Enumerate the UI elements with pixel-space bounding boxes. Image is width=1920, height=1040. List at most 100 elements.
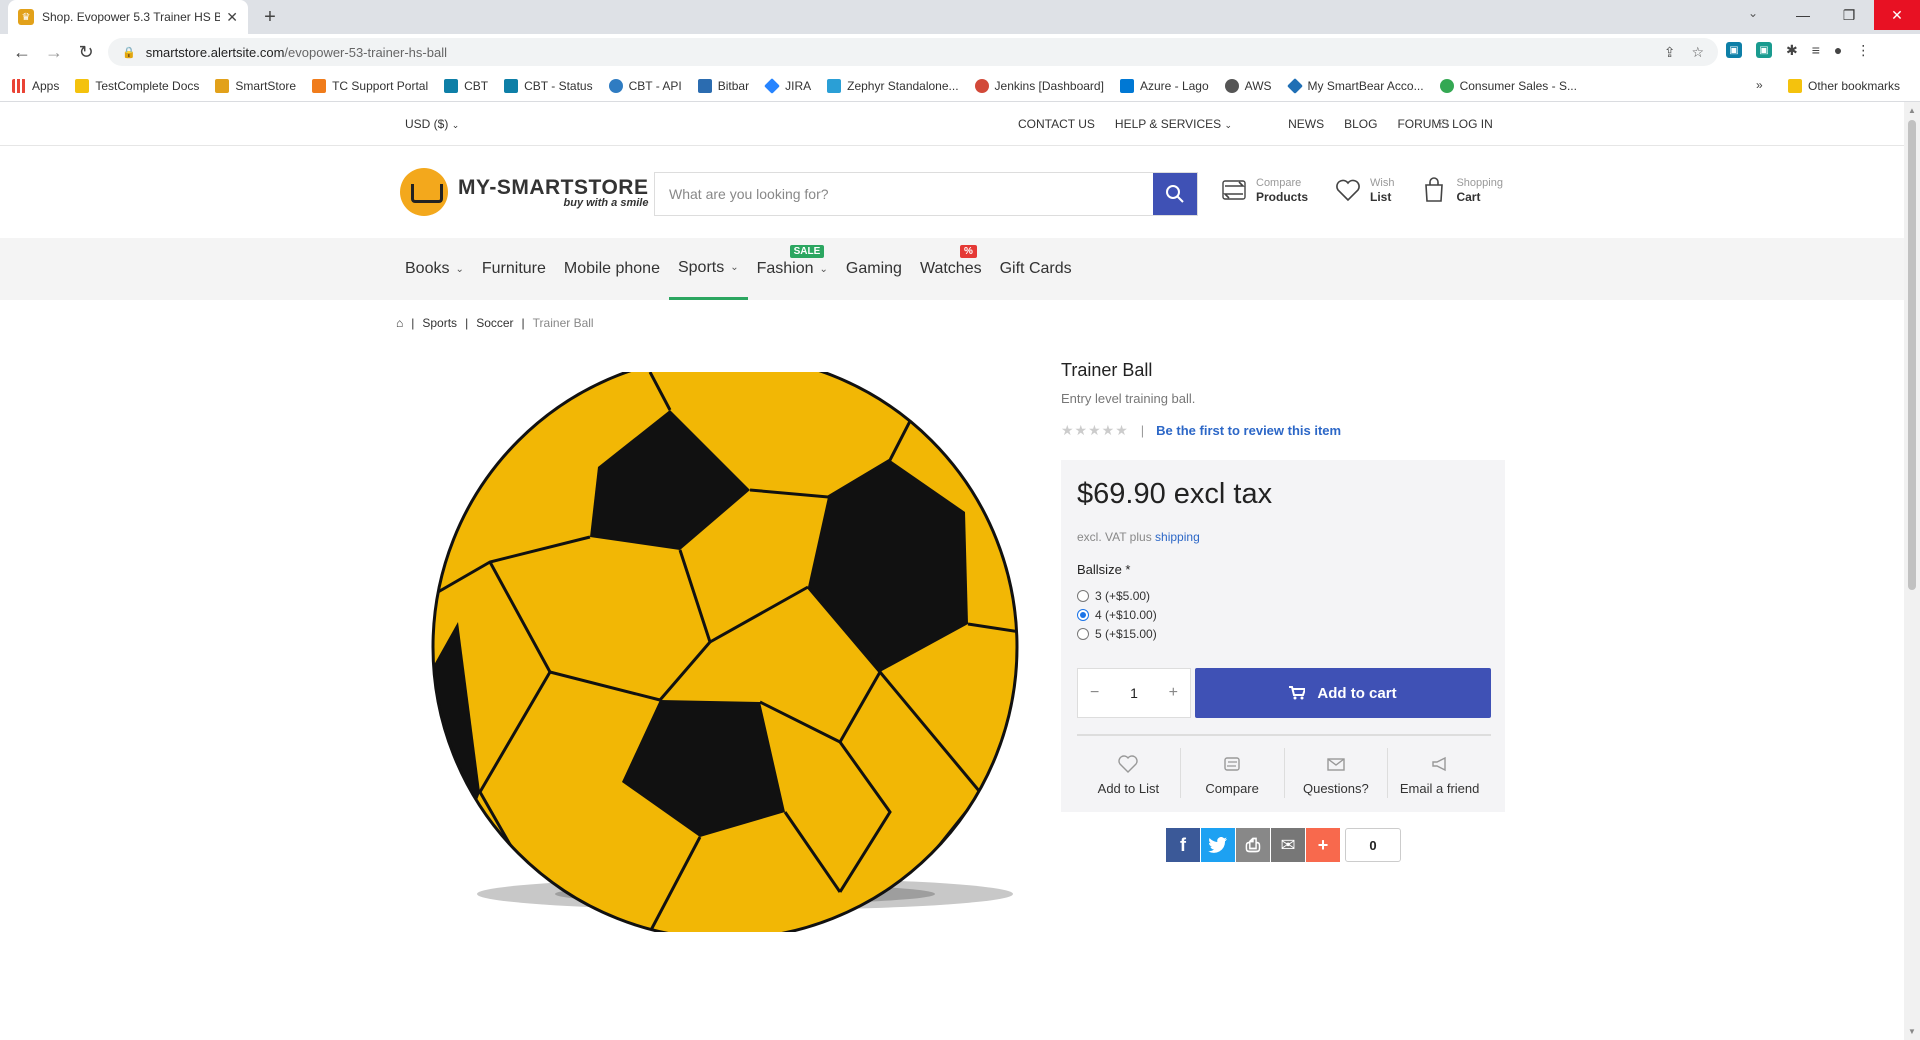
questions-button[interactable]: Questions?	[1285, 748, 1389, 798]
bookmark-jira[interactable]: JIRA	[764, 77, 811, 94]
tab-search-chevron-icon[interactable]: ⌄	[1748, 6, 1758, 20]
add-to-list-button[interactable]: Add to List	[1077, 748, 1181, 798]
omnibox[interactable]: 🔒 smartstore.alertsite.com/evopower-53-t…	[108, 38, 1718, 66]
reading-list-icon[interactable]: ≡	[1812, 42, 1820, 59]
scrollbar-thumb[interactable]	[1908, 120, 1916, 590]
email-friend-button[interactable]: Email a friend	[1388, 748, 1491, 798]
quantity-value[interactable]: 1	[1130, 685, 1138, 701]
profile-avatar-icon[interactable]: ●	[1834, 42, 1842, 59]
twitter-share-icon[interactable]	[1201, 828, 1235, 862]
share-page-icon[interactable]: ⇪	[1664, 44, 1676, 61]
smartstore-icon	[215, 78, 230, 93]
forward-icon[interactable]: →	[44, 42, 64, 62]
product-title: Trainer Ball	[1061, 360, 1153, 380]
apps-grid-icon	[12, 78, 26, 93]
help-services-menu[interactable]: HELP & SERVICES ⌄	[1115, 117, 1232, 131]
restore-button[interactable]: ❐	[1826, 0, 1872, 30]
page-scrollbar[interactable]: ▲ ▼	[1904, 102, 1920, 1040]
store-logo[interactable]: MY-SMARTSTORE buy with a smile	[400, 168, 648, 216]
menu-item-fashion[interactable]: SALE Fashion ⌄	[748, 238, 837, 300]
bookmark-consumer-sales[interactable]: Consumer Sales - S...	[1439, 78, 1577, 93]
menu-item-sports[interactable]: Sports ⌄	[668, 238, 748, 300]
search-button[interactable]	[1153, 173, 1197, 215]
print-icon[interactable]: ⎙	[1236, 828, 1270, 862]
azure-icon	[1119, 78, 1134, 93]
menu-item-books[interactable]: Books ⌄	[396, 238, 473, 300]
compare-icon	[1224, 757, 1240, 771]
extension-icon[interactable]: ▣	[1756, 42, 1772, 58]
lock-icon[interactable]: 🔒	[122, 46, 136, 59]
add-to-cart-button[interactable]: Add to cart	[1195, 668, 1491, 718]
increase-quantity-button[interactable]: +	[1169, 684, 1178, 702]
add-more-share-icon[interactable]: +	[1306, 828, 1340, 862]
cbt-extension-icon[interactable]: ▣	[1726, 42, 1742, 58]
back-icon[interactable]: ←	[12, 42, 32, 62]
other-bookmarks[interactable]: Other bookmarks	[1788, 70, 1900, 102]
currency-selector[interactable]: USD ($) ⌄	[405, 117, 459, 131]
menu-item-mobile-phone[interactable]: Mobile phone	[555, 238, 669, 300]
site-header: MY-SMARTSTORE buy with a smile ComparePr…	[0, 146, 1904, 238]
bookmark-cbt[interactable]: CBT	[444, 78, 488, 93]
bookmark-zephyr[interactable]: Zephyr Standalone...	[827, 78, 959, 93]
first-review-link[interactable]: Be the first to review this item	[1156, 423, 1341, 438]
news-link[interactable]: NEWS	[1288, 117, 1324, 131]
scroll-up-arrow-icon[interactable]: ▲	[1908, 106, 1916, 115]
soccer-ball-image	[431, 353, 1019, 941]
breadcrumb-soccer[interactable]: Soccer	[476, 316, 513, 330]
new-tab-button[interactable]: +	[258, 6, 282, 29]
shipping-link[interactable]: shipping	[1155, 530, 1200, 544]
bookmark-aws[interactable]: AWS	[1224, 78, 1272, 93]
wish-list-button[interactable]: Wish List	[1334, 176, 1394, 204]
bookmark-testcomplete-docs[interactable]: TestComplete Docs	[75, 78, 199, 93]
shopping-cart-button[interactable]: Shopping Cart	[1420, 176, 1503, 204]
facebook-share-icon[interactable]: f	[1166, 828, 1200, 862]
bookmark-jenkins[interactable]: Jenkins [Dashboard]	[974, 78, 1104, 93]
bookmark-azure[interactable]: Azure - Lago	[1119, 78, 1209, 93]
sheets-icon	[1439, 78, 1454, 93]
product-image[interactable]	[420, 353, 1020, 941]
ballsize-option-5[interactable]: 5 (+$15.00)	[1077, 624, 1157, 643]
bookmark-cbt-status[interactable]: CBT - Status	[504, 78, 593, 93]
compare-products-button[interactable]: Compare Products	[1220, 176, 1308, 204]
ballsize-option-3[interactable]: 3 (+$5.00)	[1077, 586, 1157, 605]
search-input[interactable]	[655, 173, 1153, 215]
home-icon[interactable]: ⌂	[396, 316, 403, 330]
compare-button[interactable]: Compare	[1181, 748, 1285, 798]
menu-item-furniture[interactable]: Furniture	[473, 238, 555, 300]
bookmark-apps[interactable]: Apps	[12, 78, 59, 93]
bookmark-tc-support[interactable]: TC Support Portal	[312, 78, 428, 93]
ballsize-option-4[interactable]: 4 (+$10.00)	[1077, 605, 1157, 624]
bookmarks-overflow-button[interactable]: »	[1756, 78, 1763, 92]
blog-link[interactable]: BLOG	[1344, 117, 1377, 131]
breadcrumb: ⌂ | Sports | Soccer | Trainer Ball	[396, 316, 594, 330]
close-window-button[interactable]: ✕	[1874, 0, 1920, 30]
radio-button[interactable]	[1077, 627, 1089, 640]
reload-icon[interactable]: ↻	[76, 42, 96, 62]
minimize-button[interactable]: —	[1780, 0, 1826, 30]
menu-item-gift-cards[interactable]: Gift Cards	[991, 238, 1081, 300]
megaphone-icon	[1431, 756, 1446, 772]
browser-menu-icon[interactable]: ⋮	[1856, 42, 1870, 59]
decrease-quantity-button[interactable]: −	[1090, 684, 1099, 702]
extensions-puzzle-icon[interactable]: ✱	[1786, 42, 1798, 59]
menu-item-watches[interactable]: % Watches	[911, 238, 991, 300]
envelope-icon	[1327, 758, 1345, 771]
bookmark-bitbar[interactable]: Bitbar	[697, 78, 749, 93]
bookmarks-bar: Apps TestComplete Docs SmartStore TC Sup…	[0, 70, 1920, 102]
login-link[interactable]: ⚇ LOG IN	[1438, 117, 1493, 131]
email-share-icon[interactable]: ✉	[1271, 828, 1305, 862]
bookmark-cbt-api[interactable]: CBT - API	[608, 78, 682, 93]
contact-us-link[interactable]: CONTACT US	[1018, 117, 1095, 131]
smartbear-icon	[1286, 77, 1303, 94]
radio-button-selected[interactable]	[1077, 608, 1089, 621]
breadcrumb-sports[interactable]: Sports	[422, 316, 457, 330]
bookmark-smartstore[interactable]: SmartStore	[215, 78, 296, 93]
menu-item-gaming[interactable]: Gaming	[837, 238, 911, 300]
bookmark-smartbear[interactable]: My SmartBear Acco...	[1286, 77, 1424, 94]
api-icon	[608, 78, 623, 93]
tab-close-icon[interactable]: ✕	[226, 9, 238, 26]
bookmark-star-icon[interactable]: ☆	[1691, 44, 1704, 61]
scroll-down-arrow-icon[interactable]: ▼	[1908, 1027, 1916, 1036]
radio-button[interactable]	[1077, 589, 1089, 602]
browser-tab[interactable]: ♛ Shop. Evopower 5.3 Trainer HS B ✕	[8, 0, 248, 34]
